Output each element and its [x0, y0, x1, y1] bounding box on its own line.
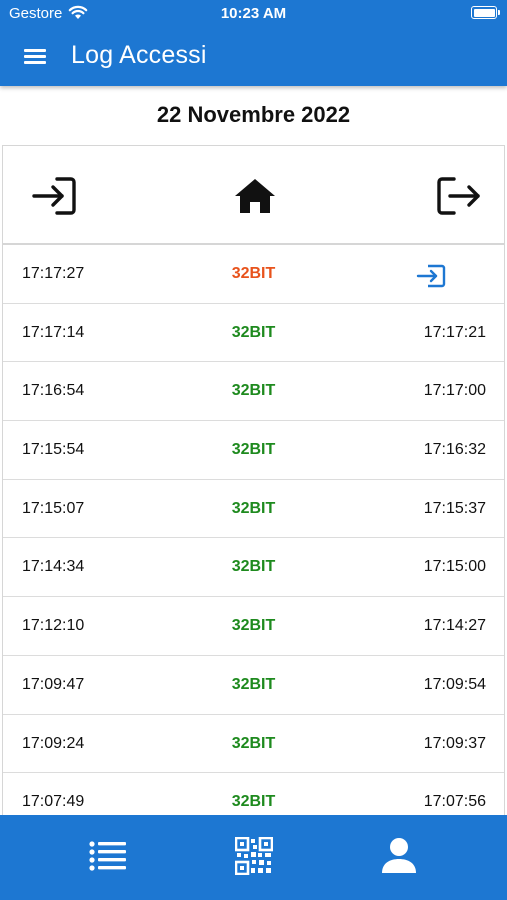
clock: 10:23 AM [220, 5, 287, 22]
status-bar: Gestore 10:23 AM [0, 0, 507, 28]
menu-button[interactable] [22, 44, 50, 70]
table-row[interactable]: 17:09:47 32BIT 17:09:54 [3, 656, 504, 715]
exit-time: 17:17:21 [423, 323, 486, 341]
exit-time: 17:07:56 [423, 793, 486, 811]
exit-time: 17:09:37 [423, 734, 486, 752]
date-label: 22 Novembre 2022 [156, 102, 351, 127]
table-row[interactable]: 17:14:34 32BIT 17:15:00 [3, 538, 504, 598]
table-row[interactable]: 17:15:54 32BIT 17:16:32 [3, 421, 504, 480]
table-row[interactable]: 17:17:27 32BIT [3, 245, 504, 304]
table-row[interactable]: 17:16:54 32BIT 17:17:00 [3, 362, 504, 422]
table-row[interactable]: 17:15:07 32BIT 17:15:37 [3, 480, 504, 539]
exit-time: 17:15:37 [423, 499, 486, 517]
table-header [3, 146, 504, 245]
table-row[interactable]: 17:09:24 32BIT 17:09:37 [3, 715, 504, 774]
entrance-icon [32, 177, 76, 215]
exit-time: 17:14:27 [423, 617, 486, 635]
entrance-icon[interactable] [416, 264, 446, 288]
table-row[interactable]: 17:07:49 32BIT 17:07:56 [3, 773, 504, 816]
menu-icon-line [24, 55, 46, 58]
exit-time: 17:09:54 [423, 675, 486, 693]
exit-time: 17:15:00 [423, 558, 486, 576]
menu-icon-line [24, 61, 46, 64]
menu-icon-line [24, 49, 46, 52]
table-row[interactable]: 17:12:10 32BIT 17:14:27 [3, 597, 504, 656]
top-bar: Gestore 10:23 AM Log Accessi [0, 0, 507, 86]
table-body: 17:17:27 32BIT 17:17:14 32BIT 17:17:21 17:16:… [3, 245, 504, 816]
app-bar: Log Accessi [0, 28, 507, 86]
exit-time: 17:16:32 [423, 441, 486, 459]
list-icon[interactable] [89, 839, 127, 873]
qr-code-icon[interactable] [235, 837, 273, 875]
page-title: Log Accessi [71, 41, 207, 69]
home-icon [235, 179, 275, 213]
user-icon[interactable] [381, 837, 417, 875]
table-row[interactable]: 17:17:14 32BIT 17:17:21 [3, 304, 504, 363]
exit-icon [437, 177, 480, 215]
battery-icon [471, 6, 500, 19]
exit-time: 17:17:00 [423, 382, 486, 400]
access-log-table: 17:17:27 32BIT 17:17:14 32BIT 17:17:21 17:16:… [2, 145, 505, 817]
bottom-nav [0, 815, 507, 900]
